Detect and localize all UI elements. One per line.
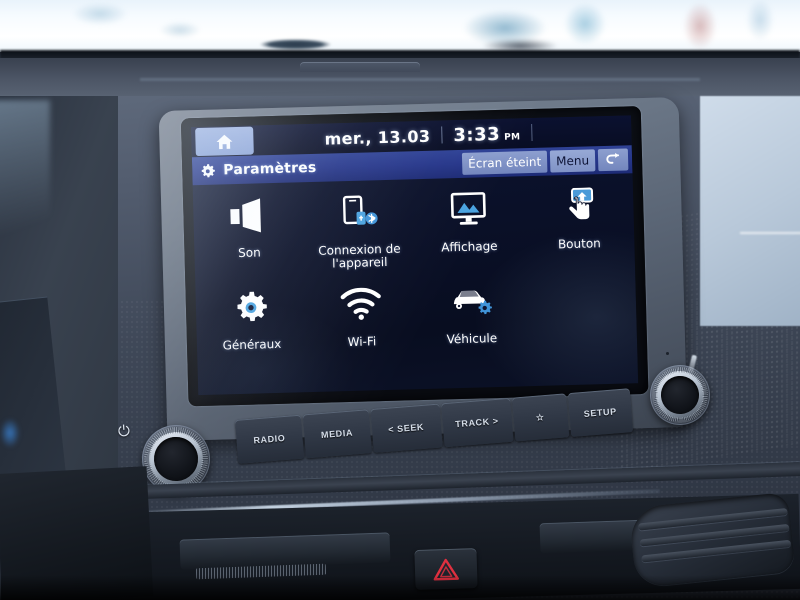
page-title: Paramètres (223, 159, 317, 179)
menu-item-label: Généraux (222, 336, 282, 353)
status-ampm: PM (504, 132, 521, 143)
wifi-icon (339, 282, 382, 327)
favorite-button[interactable]: ☆ (511, 393, 569, 442)
button-label: < SEEK (387, 421, 425, 435)
menu-item-son[interactable]: Son (193, 182, 305, 261)
menu-item-connexion-appareil[interactable]: Connexion de l'appareil (303, 179, 415, 272)
menu-item-wifi[interactable]: Wi-Fi (305, 279, 417, 350)
window-reflection-line (740, 232, 800, 234)
instrument-cluster-glow (0, 418, 20, 448)
menu-item-label: Bouton (557, 236, 601, 252)
button-label: MEDIA (320, 427, 354, 441)
menu-item-affichage[interactable]: Affichage (413, 176, 525, 255)
star-icon: ☆ (535, 411, 545, 423)
track-button[interactable]: TRACK > (440, 397, 514, 448)
back-arrow-icon (606, 152, 620, 164)
status-time: 3:33 (453, 123, 501, 147)
menu-item-generaux[interactable]: Généraux (195, 282, 307, 353)
button-label: TRACK > (454, 415, 500, 430)
seek-button[interactable]: < SEEK (369, 403, 443, 453)
display-monitor-icon (447, 187, 490, 232)
menu-item-label: Affichage (441, 238, 498, 255)
device-connection-icon (338, 190, 379, 235)
panel-screw (666, 352, 669, 355)
home-icon (216, 134, 233, 149)
menu-item-label: Son (238, 245, 261, 260)
gear-icon (230, 285, 271, 330)
setup-button[interactable]: SETUP (567, 388, 634, 438)
car-dashboard-scene: mer., 13.03 3:33 PM Paramètres Écran éte… (0, 0, 800, 600)
screen-off-button[interactable]: Écran éteint (461, 150, 548, 175)
power-icon: ⏻ (117, 422, 131, 441)
menu-item-bouton[interactable]: Bouton (523, 173, 635, 252)
screen-bezel: mer., 13.03 3:33 PM Paramètres Écran éte… (180, 106, 649, 407)
dashboard-seam (140, 78, 700, 81)
menu-item-vehicule[interactable]: Véhicule (415, 276, 527, 347)
windshield-reflections (0, 0, 800, 52)
radio-button[interactable]: RADIO (234, 414, 304, 464)
knob-knurling (650, 365, 710, 425)
status-divider-2 (531, 123, 533, 142)
car-gear-icon (449, 279, 492, 324)
status-divider (441, 126, 443, 144)
speaker-icon (227, 193, 270, 238)
hand-press-button-icon (558, 184, 599, 229)
menu-item-label: Wi-Fi (347, 334, 377, 350)
button-label: RADIO (253, 432, 286, 446)
button-label: SETUP (583, 406, 618, 419)
title-bar-actions: Écran éteint Menu (461, 148, 633, 175)
defrost-vent (300, 62, 420, 72)
passenger-air-vent[interactable] (628, 491, 796, 589)
infotainment-screen[interactable]: mer., 13.03 3:33 PM Paramètres Écran éte… (191, 115, 639, 396)
menu-item-label: Connexion de l'appareil (318, 241, 401, 271)
settings-menu-grid: Son Connexion de l'appareil Affichage Bo… (193, 173, 639, 395)
media-button[interactable]: MEDIA (302, 409, 372, 459)
status-date: mer., 13.03 (324, 126, 431, 149)
back-button[interactable] (597, 148, 629, 172)
grid-empty-cell (525, 273, 635, 276)
bottom-vignette (0, 575, 800, 600)
passenger-window (700, 96, 800, 326)
left-pillar-highlight (0, 100, 50, 280)
menu-item-label: Véhicule (446, 331, 498, 347)
menu-button[interactable]: Menu (549, 149, 596, 173)
gear-icon (201, 163, 215, 177)
